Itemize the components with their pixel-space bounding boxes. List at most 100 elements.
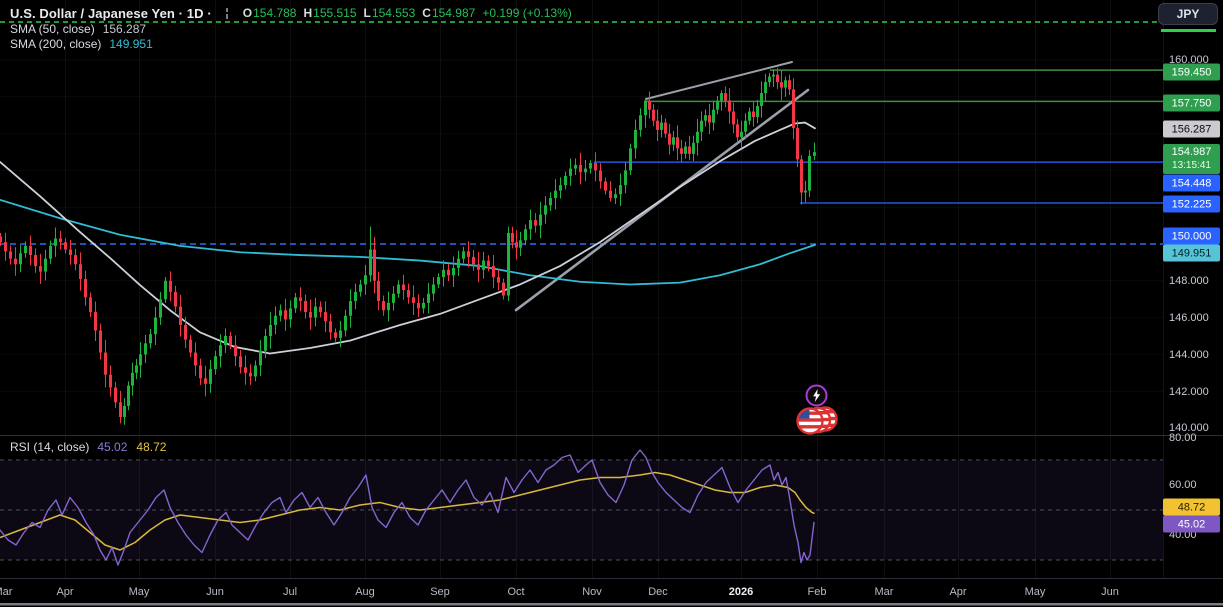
candle-body: [204, 378, 207, 384]
candle-body: [422, 303, 425, 309]
candle-body: [534, 220, 537, 226]
candle-body: [644, 100, 647, 115]
candle-body: [199, 365, 202, 378]
candle-body: [564, 176, 567, 185]
candle-body: [442, 270, 445, 277]
price-chart-canvas[interactable]: [0, 0, 1223, 607]
candle-body: [127, 386, 130, 406]
candle-body: [387, 303, 390, 310]
candle-body: [131, 373, 134, 386]
axis-tick-label: 144.000: [1169, 349, 1209, 361]
candle-body: [194, 353, 197, 366]
candle-body: [756, 106, 759, 117]
candle-body: [529, 220, 532, 229]
candle-body: [784, 80, 787, 87]
candle-body: [554, 191, 557, 198]
candle-body: [772, 75, 775, 77]
sma200-legend[interactable]: SMA (200, close) 149.951: [10, 36, 572, 51]
candle-body: [700, 121, 703, 132]
candle-body: [184, 325, 187, 340]
candle-body: [656, 121, 659, 130]
candle-body: [412, 297, 415, 303]
candle-body: [324, 312, 327, 321]
candle-body: [724, 93, 727, 100]
candle-body: [264, 336, 267, 351]
candle-body: [579, 165, 582, 172]
candle-body: [269, 325, 272, 336]
candle-body: [676, 137, 679, 148]
time-axis-label: Nov: [570, 586, 614, 598]
candle-body: [584, 169, 587, 173]
time-axis-label: Dec: [636, 586, 680, 598]
candle-body: [377, 281, 380, 301]
candle-body: [594, 163, 597, 170]
candle-body: [339, 330, 342, 337]
candle-body: [519, 240, 522, 247]
candle-body: [462, 251, 465, 258]
candle-body: [64, 242, 67, 249]
candle-body: [437, 277, 440, 284]
candle-body: [780, 82, 783, 88]
candle-body: [712, 110, 715, 123]
open-value: 154.788: [253, 6, 296, 20]
toolbar-grip-icon[interactable]: [226, 8, 228, 19]
candle-body: [24, 246, 27, 253]
candle-body: [696, 132, 699, 143]
candle-body: [54, 238, 57, 245]
candle-body: [752, 112, 755, 118]
countdown-timer: 13:15:41: [1172, 159, 1211, 172]
candle-body: [704, 115, 707, 121]
candle-body: [744, 121, 747, 132]
candle-body: [813, 152, 816, 156]
low-label: L: [364, 6, 371, 20]
candle-body: [569, 169, 572, 176]
candle-body: [174, 292, 177, 307]
candle-body: [19, 253, 22, 264]
candle-body: [748, 112, 751, 121]
candle-body: [74, 255, 77, 264]
sma50-legend[interactable]: SMA (50, close) 156.287: [10, 21, 572, 36]
candle-body: [648, 100, 651, 109]
candle-body: [708, 115, 711, 122]
candle-body: [154, 318, 157, 335]
time-axis-label: May: [117, 586, 161, 598]
candle-body: [482, 261, 485, 270]
candle-body: [224, 336, 227, 345]
candle-body: [304, 301, 307, 312]
sma50-value: 156.287: [103, 22, 146, 36]
candle-body: [9, 251, 12, 258]
candle-body: [740, 132, 743, 138]
candle-body: [109, 375, 112, 388]
candle-body: [44, 259, 47, 272]
candle-body: [249, 373, 252, 377]
open-label: O: [243, 6, 252, 20]
time-axis-label: Mar: [862, 586, 906, 598]
currency-button[interactable]: JPY: [1158, 3, 1218, 25]
candle-body: [89, 297, 92, 312]
axis-tick-label: 80.00: [1169, 432, 1197, 444]
sma50-label: SMA (50, close): [10, 22, 95, 36]
candle-body: [284, 310, 287, 319]
candle-body: [59, 238, 62, 242]
candle-body: [457, 259, 460, 268]
axis-tick-label: 142.000: [1169, 386, 1209, 398]
rsi-legend[interactable]: RSI (14, close) 45.02 48.72: [10, 440, 166, 454]
candle-body: [796, 128, 799, 159]
axis-price-badge: 156.287: [1163, 121, 1220, 138]
candle-body: [720, 93, 723, 100]
economic-events-flags-icon[interactable]: [795, 404, 841, 443]
window-bottom-bar: [0, 603, 1223, 606]
candle-body: [574, 165, 577, 169]
symbol-title[interactable]: U.S. Dollar / Japanese Yen · 1D ·: [10, 6, 212, 21]
candle-body: [214, 356, 217, 369]
candle-body: [397, 284, 400, 293]
candle-body: [764, 82, 767, 93]
time-axis-label: Apr: [936, 586, 980, 598]
candle-body: [104, 353, 107, 375]
candle-body: [144, 343, 147, 354]
axis-price-badge: 154.98713:15:41: [1163, 144, 1220, 174]
sma200-value: 149.951: [109, 37, 152, 51]
high-label: H: [303, 6, 312, 20]
candle-body: [159, 299, 162, 317]
candle-body: [69, 250, 72, 256]
